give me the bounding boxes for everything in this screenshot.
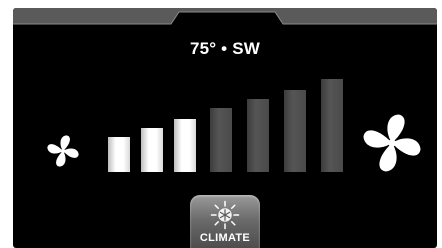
climate-button[interactable]: CLIMATE <box>190 195 260 248</box>
fan-speed-bar-3[interactable] <box>174 119 196 172</box>
fan-speed-bar-5[interactable] <box>247 99 269 172</box>
fan-speed-bar-2[interactable] <box>141 128 163 172</box>
climate-screen: 75° • SW CLIMATE <box>13 8 437 248</box>
fan-speed-bar-7[interactable] <box>321 79 343 172</box>
fan-speed-bar-1[interactable] <box>108 137 130 172</box>
fan-increase-icon[interactable] <box>361 112 423 174</box>
sun-snowflake-icon <box>210 200 240 230</box>
fan-speed-bar-6[interactable] <box>284 90 306 172</box>
climate-button-label: CLIMATE <box>199 232 251 244</box>
fan-speed-bar-4[interactable] <box>210 108 232 172</box>
